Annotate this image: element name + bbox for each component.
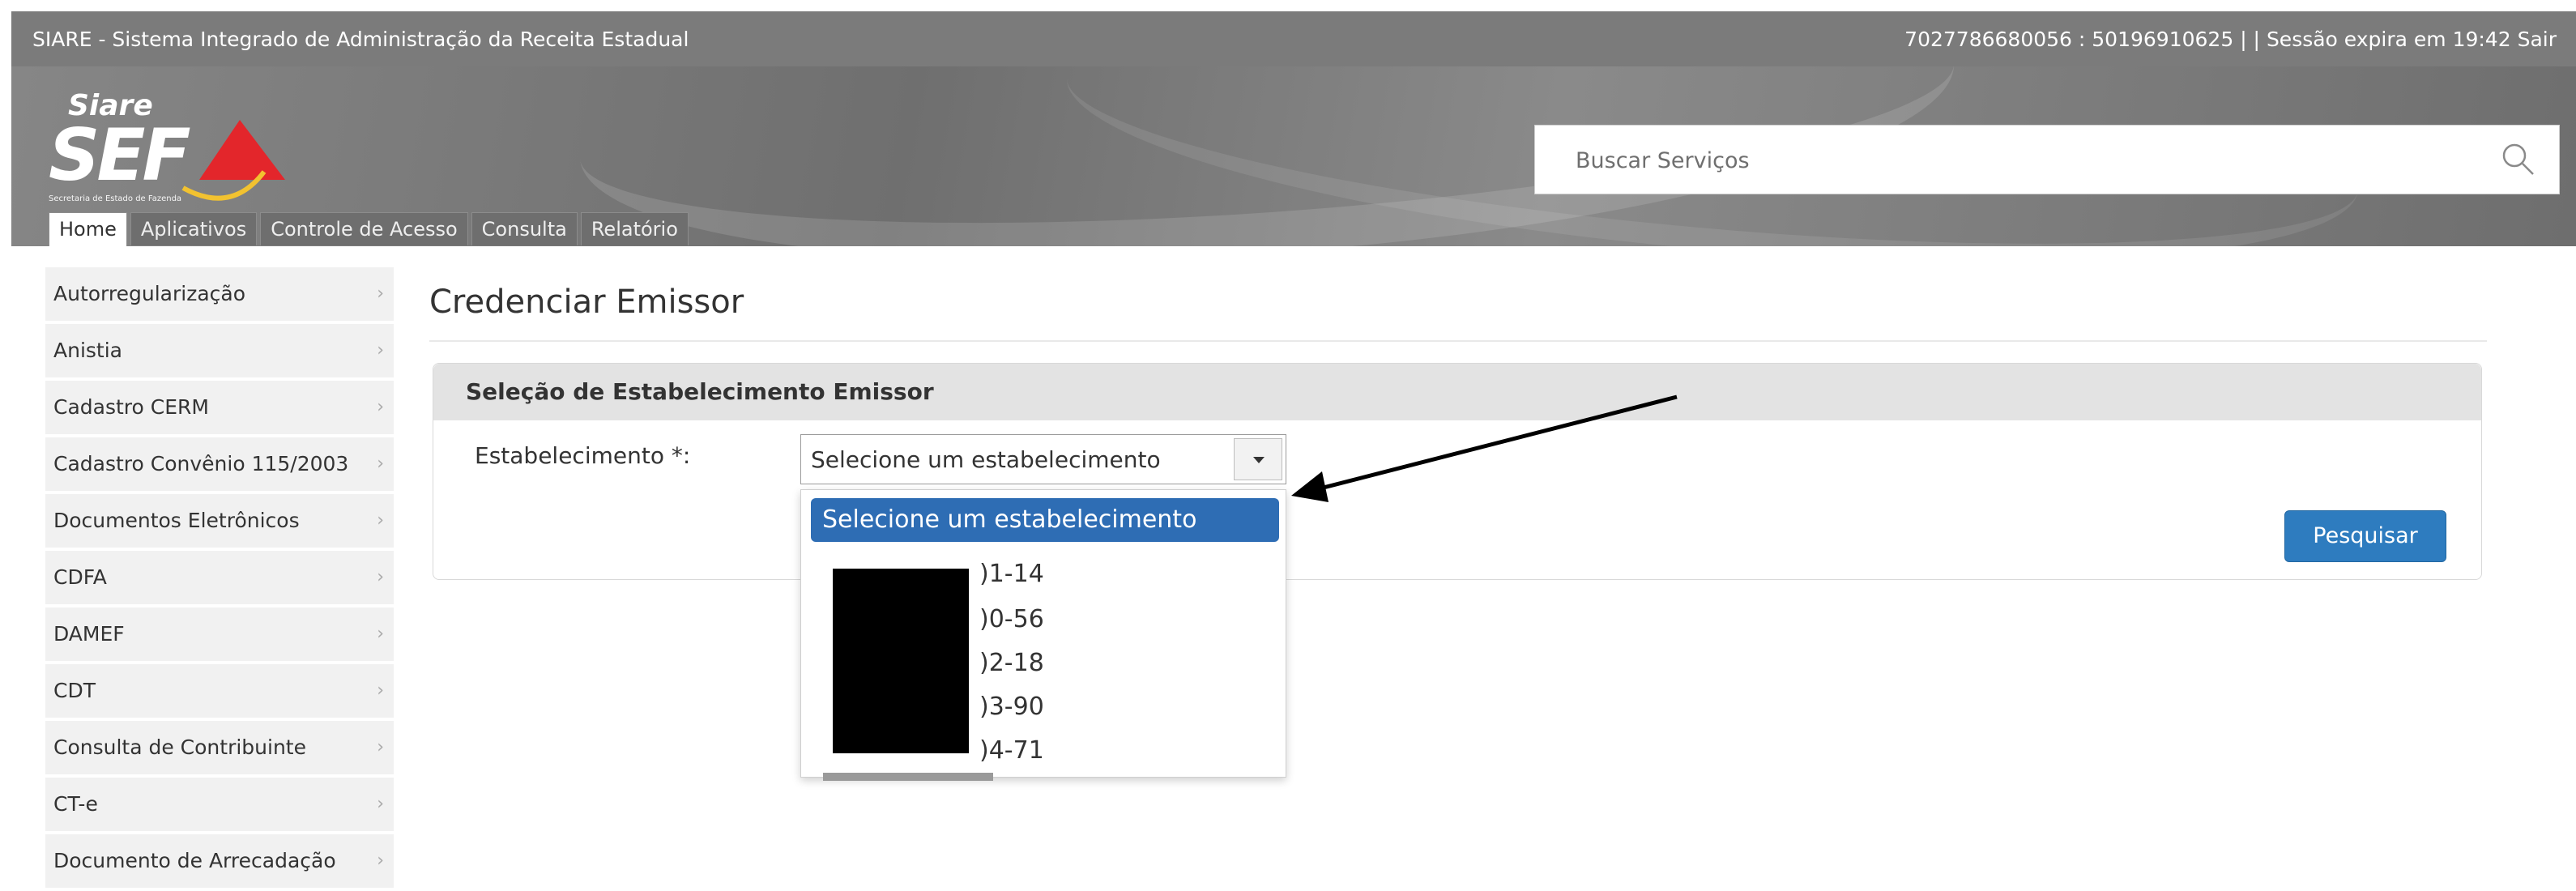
title-divider (429, 340, 2487, 342)
tab-home[interactable]: Home (49, 212, 127, 246)
sidebar-item-label: Cadastro Convênio 115/2003 (53, 452, 349, 475)
tab-relatorio[interactable]: Relatório (580, 212, 689, 245)
chevron-right-icon: › (377, 567, 384, 587)
chevron-right-icon: › (377, 850, 384, 871)
chevron-right-icon: › (377, 737, 384, 757)
sidebar-item-cadastro-cerm[interactable]: Cadastro CERM › (45, 381, 394, 437)
annotation-arrow-icon (1291, 394, 1678, 502)
header-banner: Siare SEF Secretaria de Estado de Fazend… (11, 66, 2576, 246)
sidebar-item-cdfa[interactable]: CDFA › (45, 551, 394, 608)
session-expiry: Sessão expira em 19:42 (2266, 28, 2511, 51)
sidebar-item-label: Consulta de Contribuinte (53, 735, 306, 759)
user-ids: 7027786680056 : 50196910625 (1904, 28, 2234, 51)
dropdown-option[interactable]: )4-71 (979, 731, 1044, 770)
app-title: SIARE - Sistema Integrado de Administraç… (32, 28, 689, 51)
sidebar-item-documentos-eletronicos[interactable]: Documentos Eletrônicos › (45, 494, 394, 551)
sidebar-item-label: DAMEF (53, 622, 125, 646)
sidebar-item-label: Documentos Eletrônicos (53, 509, 300, 532)
dropdown-scroll-strip (823, 773, 993, 781)
redaction-box (833, 569, 969, 753)
chevron-right-icon: › (377, 284, 384, 304)
sidebar-item-label: Anistia (53, 339, 122, 362)
tab-controle-de-acesso[interactable]: Controle de Acesso (260, 212, 468, 245)
dropdown-option[interactable]: )2-18 (979, 644, 1044, 683)
sidebar-menu: Autorregularização › Anistia › Cadastro … (45, 267, 394, 891)
chevron-right-icon: › (377, 454, 384, 474)
sidebar-item-label: Cadastro CERM (53, 395, 209, 419)
search-icon[interactable] (2499, 140, 2536, 177)
dropdown-option-selected[interactable]: Selecione um estabelecimento (811, 498, 1279, 542)
chevron-right-icon: › (377, 624, 384, 644)
dropdown-option[interactable]: )1-14 (979, 555, 1044, 594)
separator: | | (2240, 28, 2260, 51)
logout-link[interactable]: Sair (2518, 28, 2557, 51)
tab-consulta[interactable]: Consulta (471, 212, 578, 245)
sidebar-item-cadastro-convenio[interactable]: Cadastro Convênio 115/2003 › (45, 437, 394, 494)
chevron-right-icon: › (377, 794, 384, 814)
logo-main-text: SEF (49, 113, 190, 197)
chevron-right-icon: › (377, 340, 384, 360)
sidebar-item-label: CT-e (53, 792, 98, 816)
top-bar: SIARE - Sistema Integrado de Administraç… (11, 11, 2576, 66)
chevron-right-icon: › (377, 510, 384, 531)
search-bar[interactable] (1534, 125, 2560, 195)
sidebar-item-documento-arrecadacao[interactable]: Documento de Arrecadação › (45, 834, 394, 891)
establishment-label: Estabelecimento *: (475, 442, 691, 469)
pesquisar-button[interactable]: Pesquisar (2284, 510, 2446, 562)
sef-logo[interactable]: Siare SEF Secretaria de Estado de Fazend… (45, 81, 305, 219)
main-nav-tabs: Home Aplicativos Controle de Acesso Cons… (49, 212, 692, 246)
sidebar-item-anistia[interactable]: Anistia › (45, 324, 394, 381)
sidebar-item-cdt[interactable]: CDT › (45, 664, 394, 721)
sidebar-item-damef[interactable]: DAMEF › (45, 608, 394, 664)
page-title: Credenciar Emissor (429, 284, 744, 321)
sidebar-item-autorregularizacao[interactable]: Autorregularização › (45, 267, 394, 324)
sidebar-item-label: Autorregularização (53, 282, 245, 305)
sidebar-item-label: CDT (53, 679, 96, 702)
logo-triangle (199, 120, 285, 180)
sidebar-item-label: CDFA (53, 565, 107, 589)
chevron-right-icon: › (377, 397, 384, 417)
dropdown-toggle-button[interactable] (1234, 438, 1282, 480)
logo-sub-text: Secretaria de Estado de Fazenda (49, 194, 181, 203)
tab-aplicativos[interactable]: Aplicativos (130, 212, 258, 245)
establishment-select-value: Selecione um estabelecimento (811, 446, 1161, 473)
sidebar-item-ct-e[interactable]: CT-e › (45, 778, 394, 834)
session-info: 7027786680056 : 50196910625 | | Sessão e… (1904, 28, 2557, 51)
establishment-select[interactable]: Selecione um estabelecimento (800, 434, 1286, 484)
dropdown-option[interactable]: )3-90 (979, 688, 1044, 727)
chevron-right-icon: › (377, 680, 384, 701)
dropdown-option[interactable]: )0-56 (979, 600, 1044, 639)
sidebar-item-consulta-contribuinte[interactable]: Consulta de Contribuinte › (45, 721, 394, 778)
panel-title: Seleção de Estabelecimento Emissor (466, 378, 934, 405)
chevron-down-icon (1253, 457, 1265, 463)
search-input[interactable] (1535, 126, 2517, 195)
